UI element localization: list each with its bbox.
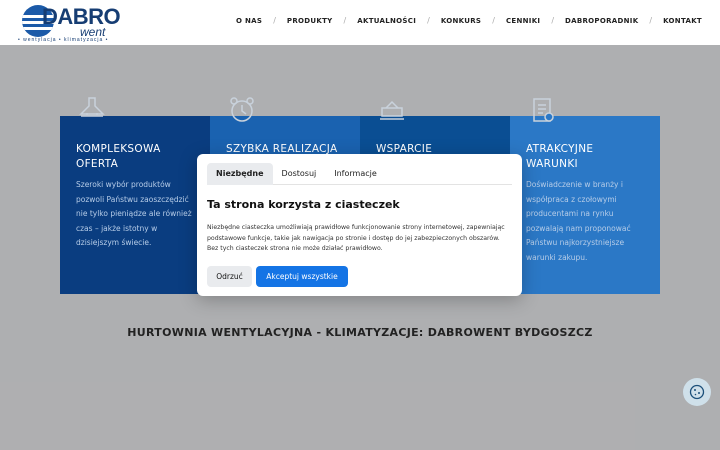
reject-button[interactable]: Odrzuć [207,265,252,287]
cookie-dialog-title: Ta strona korzysta z ciasteczek [207,198,400,211]
feature-title-2: OFERTA [76,158,119,170]
main-nav: O NAS / PRODUKTY / AKTUALNOŚCI / KONKURS… [236,16,702,25]
feature-text: Szeroki wybór produktów pozwoli Państwu … [76,180,192,247]
cookie-buttons: Odrzuć Akceptuj wszystkie [207,265,512,287]
section-title: HURTOWNIA WENTYLACYJNA - KLIMATYZACJE: D… [127,326,593,339]
feature-title: KOMPLEKSOWA [76,143,161,155]
cookie-dialog-text: Niezbędne ciasteczka umożliwiają prawidł… [207,224,505,252]
accept-all-button[interactable]: Akceptuj wszystkie [256,265,348,287]
cookie-tabs: Niezbędne Dostosuj Informacje [207,163,512,185]
cookie-icon [689,384,705,400]
nav-separator: / [427,16,430,25]
nav-item-aktualnosci[interactable]: AKTUALNOŚCI [357,17,416,25]
logo-tagline: • wentylacja • klimatyzacja • [18,37,109,43]
tab-informacje[interactable]: Informacje [325,163,386,185]
nav-item-produkty[interactable]: PRODUKTY [287,17,333,25]
feature-atrakcyjne-warunki: ATRAKCYJNE WARUNKI Doświadczenie w branż… [510,98,660,294]
tab-dostosuj[interactable]: Dostosuj [273,163,326,185]
site-header: DABRO went • wentylacja • klimatyzacja •… [0,0,720,45]
nav-separator: / [551,16,555,25]
nav-item-konkurs[interactable]: KONKURS [441,17,481,25]
nav-separator: / [649,16,653,25]
nav-separator: / [343,16,347,25]
nav-item-o-nas[interactable]: O NAS [236,17,262,25]
nav-item-kontakt[interactable]: KONTAKT [663,17,702,25]
feature-kompleksowa-oferta: KOMPLEKSOWA OFERTA Szeroki wybór produkt… [60,97,210,294]
nav-separator: / [492,16,495,25]
support-icon [376,94,408,126]
dabrowent-logo[interactable]: DABRO went • wentylacja • klimatyzacja • [18,3,128,43]
price-icon [526,94,558,126]
feature-text: Doświadczenie w branży i współpraca z cz… [526,180,631,262]
hood-icon [76,94,108,126]
feature-title: ATRAKCYJNE [526,143,594,155]
clock-icon [226,94,258,126]
tab-niezbedne[interactable]: Niezbędne [207,163,273,185]
feature-title-2: WARUNKI [526,158,578,170]
cookie-settings-button[interactable] [683,378,711,406]
nav-item-cenniki[interactable]: CENNIKI [506,17,540,25]
nav-separator: / [273,16,276,25]
nav-item-dabroporadnik[interactable]: DABROPORADNIK [565,17,638,25]
cookie-consent-dialog: Niezbędne Dostosuj Informacje Ta strona … [197,154,522,296]
